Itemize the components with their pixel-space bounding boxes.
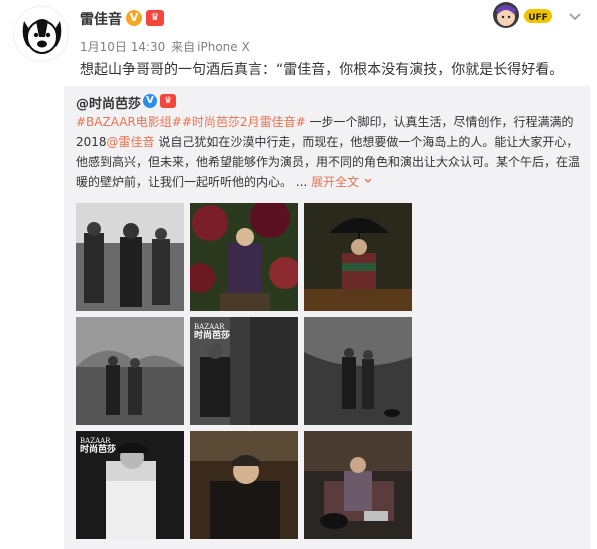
photo-thumb-9[interactable]	[304, 431, 412, 539]
cover2-masthead-cn: 时尚芭莎	[80, 445, 117, 455]
repost-box: @时尚芭莎 V ♛ #BAZAAR电影组##时尚芭莎2月雷佳音# 一步一个脚印，…	[64, 86, 590, 549]
photo-thumb-8[interactable]	[190, 431, 298, 539]
expand-chevron-icon	[364, 178, 372, 183]
post-source-prefix: 来自	[171, 40, 196, 54]
repost-content: #BAZAAR电影组##时尚芭莎2月雷佳音# 一步一个脚印，认真生活，尽情创作，…	[76, 112, 584, 192]
post-username[interactable]: 雷佳音	[80, 9, 122, 29]
user-avatar[interactable]	[13, 6, 69, 62]
post-meta: 1月10日 14:30 来自 iPhone X	[80, 38, 250, 55]
photo-thumb-1[interactable]	[76, 203, 184, 311]
photo-thumb-5-cover[interactable]: BAZAAR 时尚芭莎	[190, 317, 298, 425]
photo-thumb-3[interactable]	[304, 203, 412, 311]
post-time[interactable]: 1月10日 14:30	[80, 40, 165, 54]
topic-tag-bazaar[interactable]: #BAZAAR电影组#	[76, 115, 182, 129]
cartoon-sticker-icon: UFF	[488, 0, 558, 30]
photo-thumb-4[interactable]	[76, 317, 184, 425]
photo-thumb-6[interactable]	[304, 317, 412, 425]
verified-badge-icon[interactable]: V	[126, 10, 142, 26]
repost-crown-icon[interactable]: ♛	[160, 94, 176, 108]
photo-thumb-7-cover[interactable]: BAZAAR 时尚芭莎	[76, 431, 184, 539]
user-sticker: UFF	[488, 0, 558, 30]
topic-tag-february[interactable]: #时尚芭莎2月雷佳音#	[182, 115, 306, 129]
member-crown-icon[interactable]: ♛	[146, 10, 164, 26]
weibo-post-card: 雷佳音 V ♛ 1月10日 14:30 来自 iPhone X UFF 想起山争哥…	[0, 0, 597, 549]
post-content: 想起山争哥哥的一句酒后真言：“雷佳音，你根本没有演技，你就是长得好看。	[80, 62, 564, 78]
repost-author[interactable]: @时尚芭莎	[76, 93, 141, 112]
post-source[interactable]: iPhone X	[197, 40, 250, 54]
expand-label: 展开全文	[311, 175, 360, 189]
post-more-chevron-icon[interactable]	[565, 6, 585, 26]
expand-full-text-link[interactable]: 展开全文	[311, 175, 373, 189]
mention-leijiayin[interactable]: @雷佳音	[107, 135, 155, 149]
repost-verified-icon[interactable]: V	[143, 94, 157, 108]
cover-masthead-cn: 时尚芭莎	[194, 331, 231, 341]
photo-thumb-2[interactable]	[190, 203, 298, 311]
sticker-label: UFF	[528, 13, 548, 23]
dog-avatar-icon	[14, 7, 68, 61]
